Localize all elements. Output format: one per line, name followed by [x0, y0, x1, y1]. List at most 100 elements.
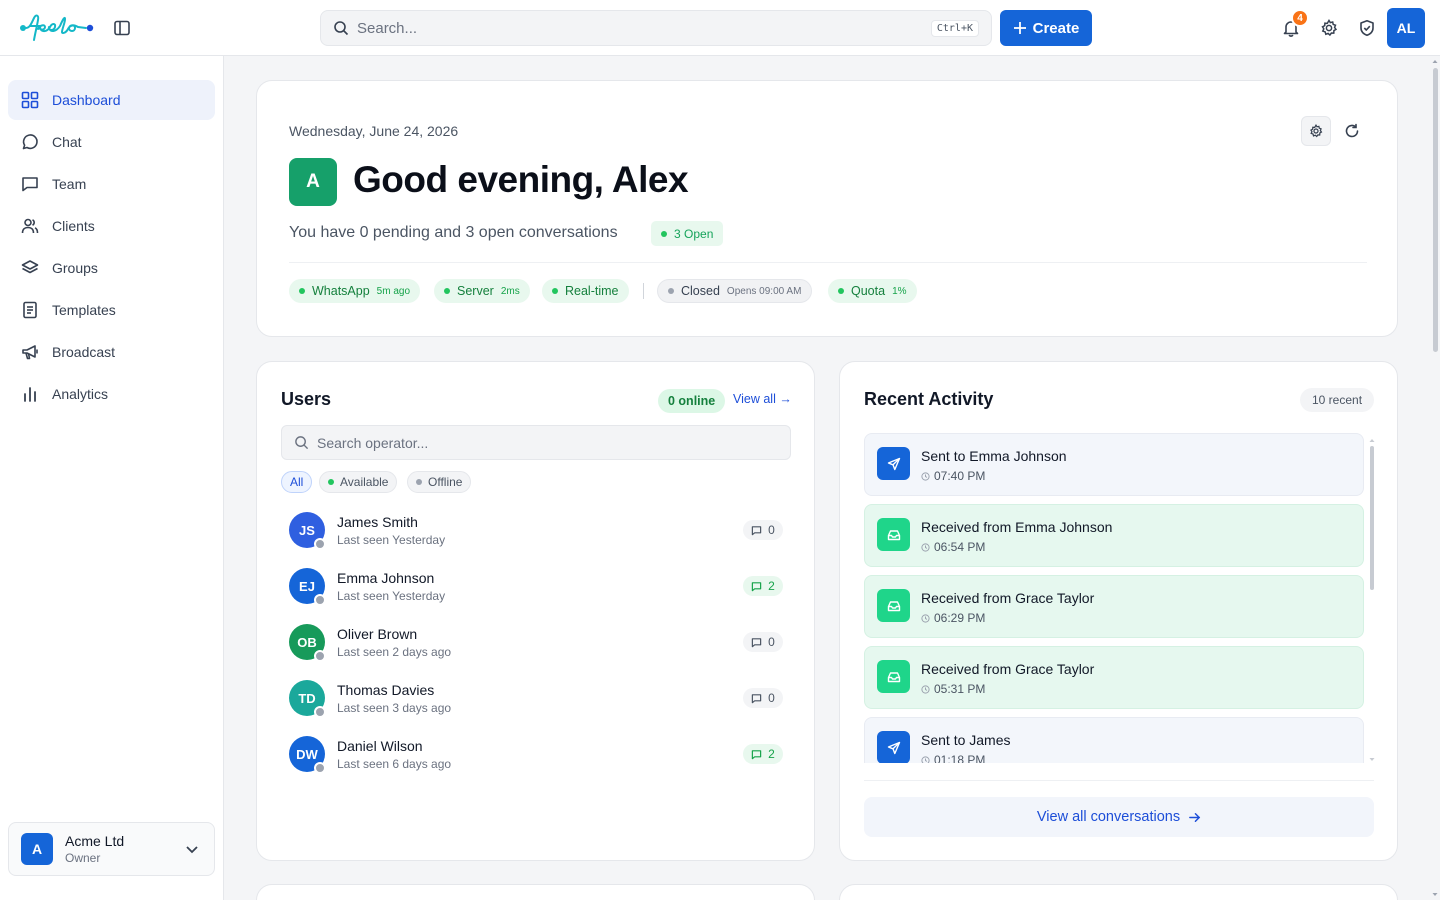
sidebar-item-dashboard[interactable]: Dashboard: [8, 80, 215, 120]
card-stub: [839, 884, 1398, 900]
activity-item[interactable]: Received from Grace Taylor 05:31 PM: [864, 646, 1364, 709]
sidebar-item-groups[interactable]: Groups: [8, 248, 215, 288]
status-detail: 5m ago: [376, 285, 411, 297]
status-dot: [668, 288, 674, 294]
presence-dot: [314, 594, 326, 606]
status-pill-server[interactable]: Server 2ms: [434, 279, 530, 303]
activity-time: 05:31 PM: [921, 682, 985, 696]
user-row[interactable]: TD Thomas Davies Last seen 3 days ago 0: [289, 678, 783, 718]
sidebar-item-label: Groups: [52, 260, 98, 276]
search-icon: [295, 436, 309, 450]
sidebar: Dashboard Chat Team Clients Groups Templ…: [0, 56, 224, 900]
greeting-avatar: A: [289, 158, 337, 206]
organization-switcher[interactable]: A Acme Ltd Owner: [8, 822, 215, 876]
sidebar-item-label: Chat: [52, 134, 82, 150]
user-row[interactable]: EJ Emma Johnson Last seen Yesterday 2: [289, 566, 783, 606]
sidebar-toggle-button[interactable]: [110, 16, 134, 40]
user-name: Thomas Davies: [337, 682, 435, 698]
refresh-icon: [1345, 123, 1359, 138]
clock-icon: [921, 471, 930, 481]
sidebar-item-chat[interactable]: Chat: [8, 122, 215, 162]
activity-item[interactable]: Received from Grace Taylor 06:29 PM: [864, 575, 1364, 638]
status-dot: [838, 288, 844, 294]
open-conversations-badge[interactable]: 3 Open: [651, 221, 724, 246]
last-seen: Last seen 6 days ago: [337, 757, 452, 771]
status-label: Quota: [851, 284, 886, 298]
status-detail: Opens 09:00 AM: [726, 285, 802, 297]
divider: [289, 262, 1367, 263]
time-value: 06:29 PM: [934, 611, 986, 625]
recent-activity-card: Recent Activity 10 recent Sent to Emma J…: [839, 361, 1398, 861]
settings-button[interactable]: [1317, 16, 1341, 40]
bar-chart-icon: [20, 384, 40, 404]
status-dot: [416, 479, 422, 485]
sidebar-item-analytics[interactable]: Analytics: [8, 374, 215, 414]
feelo-logo[interactable]: [20, 12, 96, 44]
chat-icon: [751, 581, 762, 591]
clock-icon: [921, 755, 930, 763]
dashboard-settings-button[interactable]: [1301, 116, 1331, 146]
presence-dot: [314, 650, 326, 662]
user-row[interactable]: DW Daniel Wilson Last seen 6 days ago 2: [289, 734, 783, 774]
users-icon: [20, 216, 40, 236]
status-pill-realtime[interactable]: Real-time: [542, 279, 629, 303]
sidebar-item-team[interactable]: Team: [8, 164, 215, 204]
user-avatar-button[interactable]: AL: [1387, 8, 1425, 48]
activity-item[interactable]: Sent to James 01:18 PM: [864, 717, 1364, 763]
sidebar-item-broadcast[interactable]: Broadcast: [8, 332, 215, 372]
sidebar-item-clients[interactable]: Clients: [8, 206, 215, 246]
count-value: 0: [768, 691, 775, 705]
inbox-icon: [877, 589, 910, 622]
inbox-icon: [877, 660, 910, 693]
activity-title: Recent Activity: [864, 389, 994, 409]
sidebar-item-label: Templates: [52, 302, 116, 318]
last-seen: Last seen Yesterday: [337, 533, 446, 547]
status-pill-whatsapp[interactable]: WhatsApp 5m ago: [289, 279, 421, 303]
arrow-right-icon: [1189, 812, 1201, 822]
sidebar-item-templates[interactable]: Templates: [8, 290, 215, 330]
activity-item[interactable]: Sent to Emma Johnson 07:40 PM: [864, 433, 1364, 496]
status-detail: 1%: [892, 285, 907, 297]
filter-available[interactable]: Available: [319, 471, 398, 493]
shield-check-icon: [1360, 20, 1374, 37]
operator-search-input[interactable]: Search operator...: [281, 425, 791, 460]
activity-item[interactable]: Received from Emma Johnson 06:54 PM: [864, 504, 1364, 567]
user-row[interactable]: JS James Smith Last seen Yesterday 0: [289, 510, 783, 550]
create-button[interactable]: Create: [1000, 10, 1092, 46]
welcome-card: Wednesday, June 24, 2026 A Good evening,…: [256, 80, 1398, 337]
chat-icon: [751, 749, 762, 759]
conversation-count: 0: [743, 688, 783, 708]
activity-title: Sent to Emma Johnson: [921, 448, 1067, 464]
refresh-button[interactable]: [1337, 116, 1367, 146]
time-value: 06:54 PM: [934, 540, 986, 554]
page-scrollbar-thumb[interactable]: [1433, 68, 1438, 352]
open-badge-label: 3 Open: [674, 226, 714, 241]
notifications-button[interactable]: 4: [1279, 9, 1309, 40]
chevron-down-icon: [186, 846, 198, 854]
create-button-label: Create: [1032, 19, 1080, 37]
user-row[interactable]: OB Oliver Brown Last seen 2 days ago 0: [289, 622, 783, 662]
activity-time: 06:54 PM: [921, 540, 985, 554]
divider: [864, 780, 1374, 781]
conversation-count: 0: [743, 520, 783, 540]
activity-scrollbar-thumb[interactable]: [1370, 446, 1374, 590]
security-button[interactable]: [1355, 16, 1379, 40]
filter-all[interactable]: All: [281, 471, 313, 493]
count-value: 2: [768, 579, 775, 593]
org-avatar: A: [21, 833, 53, 865]
send-icon: [877, 447, 910, 480]
status-pill-quota[interactable]: Quota 1%: [828, 279, 917, 303]
activity-list[interactable]: Sent to Emma Johnson 07:40 PM Received f…: [864, 433, 1366, 763]
inbox-icon: [877, 518, 910, 551]
global-search[interactable]: Search... Ctrl+K: [320, 10, 992, 46]
view-all-conversations-button[interactable]: View all conversations: [864, 797, 1374, 837]
filter-label: Available: [340, 475, 389, 489]
view-all-users-link[interactable]: View all →: [733, 392, 792, 406]
search-placeholder: Search operator...: [317, 434, 429, 451]
recent-count-badge: 10 recent: [1300, 388, 1375, 412]
sidebar-item-label: Team: [52, 176, 87, 192]
status-label: WhatsApp: [312, 284, 370, 298]
gear-icon: [1321, 19, 1338, 37]
status-pill-hours[interactable]: Closed Opens 09:00 AM: [657, 279, 813, 303]
filter-offline[interactable]: Offline: [407, 471, 472, 493]
